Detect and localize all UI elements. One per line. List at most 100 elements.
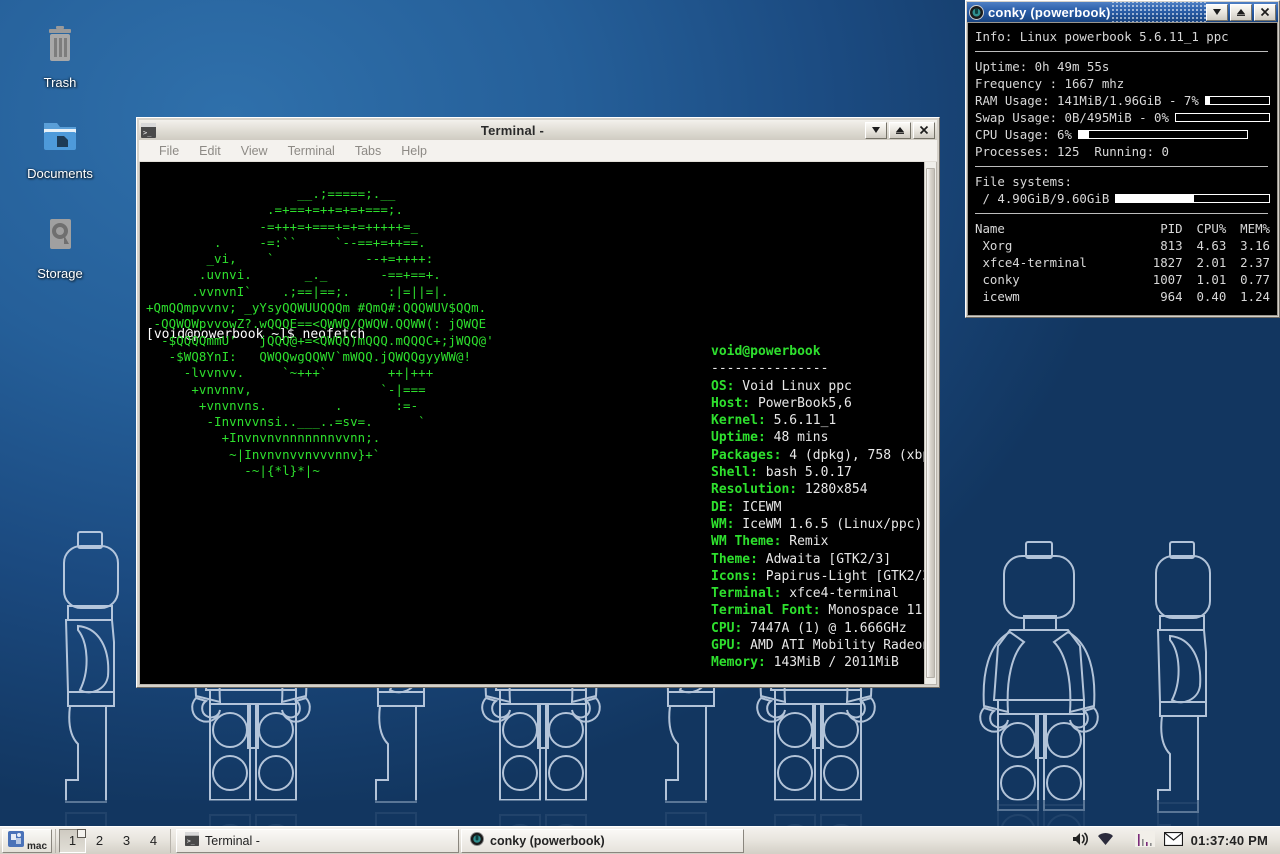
- conky-stat-row: Processes: 125 Running: 0: [975, 143, 1270, 160]
- taskbar-clock[interactable]: 01:37:40 PM: [1191, 833, 1272, 848]
- conky-titlebar[interactable]: conky (powerbook): [967, 2, 1278, 22]
- neofetch-field-key: Resolution:: [711, 482, 798, 498]
- neofetch-field-key: OS:: [711, 378, 735, 394]
- desktop-icon-storage[interactable]: Storage: [6, 213, 114, 281]
- process-table-header: Name PID CPU% MEM%: [975, 220, 1270, 237]
- neofetch-field-value: 7447A (1) @ 1.666GHz: [742, 620, 907, 636]
- neofetch-divider: ---------------: [711, 361, 829, 377]
- desktop-icon-label: Documents: [27, 166, 93, 181]
- task-button-conky[interactable]: conky (powerbook): [461, 828, 745, 853]
- scrollbar-thumb[interactable]: [926, 168, 935, 678]
- taskbar[interactable]: mac 1 2 3 4 >_ Terminal - conky (powerbo…: [0, 826, 1280, 854]
- conky-stat-row: RAM Usage: 141MiB/1.96GiB - 7%: [975, 92, 1270, 109]
- neofetch-field-key: Shell:: [711, 465, 758, 481]
- taskbar-separator-2: [170, 828, 172, 853]
- workspace-indicator: [77, 828, 87, 838]
- process-cell-mem: 3.16: [1240, 238, 1270, 253]
- neofetch-userhost: void@powerbook: [711, 344, 821, 359]
- cpu-monitor-icon[interactable]: [1134, 830, 1156, 851]
- maximize-button[interactable]: [1230, 3, 1252, 21]
- menu-edit[interactable]: Edit: [189, 142, 231, 160]
- terminal-icon: >_: [141, 122, 156, 138]
- process-cell-cpu: 2.01: [1196, 255, 1227, 270]
- neofetch-field-value: bash 5.0.17: [757, 465, 852, 481]
- conky-stat-label: / 4.90GiB/9.60GiB: [975, 191, 1110, 206]
- terminal-content[interactable]: [void@powerbook ~]$ neofetch __.;=====;.…: [139, 162, 937, 685]
- workspace-button-4[interactable]: 4: [140, 829, 167, 853]
- conky-icon: [969, 4, 984, 20]
- neofetch-field-key: GPU:: [711, 638, 743, 654]
- terminal-titlebar[interactable]: >_ Terminal -: [139, 120, 937, 140]
- desktop-icon-documents[interactable]: Documents: [6, 113, 114, 181]
- void-ascii-logo: __.;=====;.__ .=+==+=++=+=+===;. -=+++=+…: [146, 186, 494, 479]
- neofetch-field-key: DE:: [711, 499, 735, 515]
- menu-file[interactable]: File: [149, 142, 189, 160]
- neofetch-field-value: 1280x854: [797, 482, 868, 498]
- neofetch-field: Host: PowerBook5,6: [711, 395, 936, 412]
- trash-icon: [6, 22, 114, 71]
- process-cell-pid: 813: [1160, 238, 1183, 253]
- process-cell-mem: 1.24: [1240, 289, 1270, 304]
- start-menu-button[interactable]: mac: [2, 828, 53, 853]
- neofetch-field-key: Kernel:: [711, 413, 766, 429]
- conky-stat-label: RAM Usage: 141MiB/1.96GiB - 7%: [975, 93, 1199, 108]
- neofetch-field-key: WM:: [711, 516, 735, 532]
- process-table-body: Xorg 813 4.63 3.16 xfce4-terminal 1827 2.01 2.…: [975, 237, 1270, 305]
- conky-progress-bar: [1174, 113, 1270, 122]
- menu-view[interactable]: View: [231, 142, 278, 160]
- terminal-menubar[interactable]: File Edit View Terminal Tabs Help: [139, 140, 937, 162]
- task-button-label: Terminal -: [205, 833, 260, 848]
- desktop-icon-trash[interactable]: Trash: [6, 22, 114, 90]
- mail-icon[interactable]: [1163, 831, 1183, 849]
- terminal-scrollbar[interactable]: [924, 162, 936, 684]
- conky-stat-row: CPU Usage: 6%: [975, 126, 1270, 143]
- conky-stat-label: Processes: 125 Running: 0: [975, 144, 1169, 159]
- maximize-button[interactable]: [889, 121, 912, 139]
- conky-title: conky (powerbook): [988, 4, 1111, 20]
- task-button-terminal[interactable]: >_ Terminal -: [176, 828, 460, 853]
- conky-divider-1: [975, 51, 1268, 52]
- process-cell-name: xfce4-terminal: [975, 255, 1087, 270]
- menu-tabs[interactable]: Tabs: [345, 142, 391, 160]
- neofetch-field: Kernel: 5.6.11_1: [711, 412, 936, 429]
- menu-help[interactable]: Help: [391, 142, 437, 160]
- close-button[interactable]: [1254, 3, 1276, 21]
- workspace-button-2[interactable]: 2: [86, 829, 113, 853]
- process-row: xfce4-terminal 1827 2.01 2.37: [975, 254, 1270, 271]
- conky-stat-label: Uptime: 0h 49m 55s: [975, 59, 1110, 74]
- workspace-switcher[interactable]: 1 2 3 4: [59, 828, 167, 853]
- task-button-label: conky (powerbook): [490, 833, 605, 848]
- desktop-icon-label: Storage: [37, 266, 83, 281]
- neofetch-field: Shell: bash 5.0.17: [711, 464, 936, 481]
- neofetch-field: WM Theme: Remix: [711, 533, 936, 550]
- terminal-icon: >_: [185, 832, 200, 849]
- process-cell-mem: 0.77: [1240, 272, 1270, 287]
- conky-stat-label: CPU Usage: 6%: [975, 127, 1072, 142]
- window-list[interactable]: >_ Terminal - conky (powerbook): [174, 828, 1065, 853]
- conky-stat-label: Swap Usage: 0B/495MiB - 0%: [975, 110, 1169, 125]
- conky-stat-row: Uptime: 0h 49m 55s: [975, 58, 1270, 75]
- process-cell-name: conky: [975, 272, 1020, 287]
- minimize-button[interactable]: [865, 121, 888, 139]
- start-button-label: mac: [27, 840, 48, 852]
- neofetch-field: Icons: Papirus-Light [GTK2/3]: [711, 568, 936, 585]
- conky-progress-bar: [1077, 130, 1248, 139]
- workspace-button-3[interactable]: 3: [113, 829, 140, 853]
- conky-window[interactable]: conky (powerbook) Info: Linux powerbook …: [965, 0, 1280, 318]
- process-row: icewm 964 0.40 1.24: [975, 288, 1270, 305]
- neofetch-field-value: 143MiB / 2011MiB: [765, 655, 899, 671]
- neofetch-field: Theme: Adwaita [GTK2/3]: [711, 551, 936, 568]
- process-column-header: PID: [1160, 221, 1183, 236]
- close-button[interactable]: [913, 121, 936, 139]
- process-cell-name: icewm: [975, 289, 1020, 304]
- volume-icon[interactable]: [1071, 831, 1089, 850]
- network-icon[interactable]: [1097, 831, 1114, 850]
- system-tray[interactable]: 01:37:40 PM: [1065, 830, 1278, 851]
- terminal-output-area[interactable]: [void@powerbook ~]$ neofetch __.;=====;.…: [140, 162, 936, 684]
- workspace-button-1[interactable]: 1: [59, 828, 87, 853]
- terminal-window[interactable]: >_ Terminal - File Edit View Terminal Ta…: [136, 117, 940, 688]
- neofetch-field-value: Void Linux ppc: [734, 378, 852, 394]
- minimize-button[interactable]: [1206, 3, 1228, 21]
- menu-terminal[interactable]: Terminal: [278, 142, 345, 160]
- conky-divider-3: [975, 213, 1268, 214]
